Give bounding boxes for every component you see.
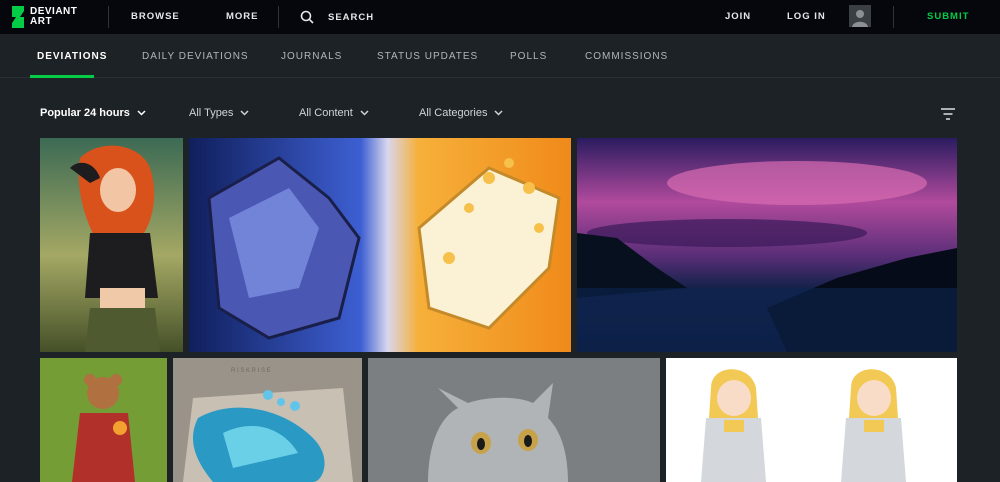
search-icon[interactable]	[300, 10, 314, 24]
join-link[interactable]: JOIN	[725, 11, 751, 22]
chevron-down-icon	[494, 110, 504, 116]
divider	[108, 6, 109, 28]
logo-text-line2: ART	[30, 16, 53, 27]
thumbnail-twin-anime-girls[interactable]	[666, 358, 957, 482]
browse-link[interactable]: BROWSE	[131, 11, 180, 22]
user-avatar-icon	[852, 10, 868, 27]
tab-status-updates[interactable]: STATUS UPDATES	[377, 51, 478, 62]
search-bar[interactable]	[300, 6, 600, 28]
forest-bear-girl-image	[40, 358, 167, 482]
logo-text: DEVIANT ART	[30, 7, 77, 27]
sort-dropdown[interactable]: Popular 24 hours	[40, 107, 146, 119]
gray-kitten-image	[368, 358, 660, 482]
fire-ice-dragons-image	[189, 138, 571, 352]
filter-bar: Popular 24 hours All Types All Content A…	[0, 100, 1000, 126]
thumbnail-purple-sky-lake[interactable]	[577, 138, 957, 352]
active-tab-indicator	[30, 75, 94, 78]
blue-dragon-book-image: R I S K R I S E	[173, 358, 362, 482]
more-link[interactable]: MORE	[226, 11, 259, 22]
categories-dropdown[interactable]: All Categories	[419, 107, 504, 119]
divider	[893, 6, 894, 28]
types-dropdown-label: All Types	[189, 107, 234, 119]
categories-dropdown-label: All Categories	[419, 107, 488, 119]
redhead-heroine-image	[40, 138, 183, 352]
tab-deviations[interactable]: DEVIATIONS	[37, 51, 107, 62]
chevron-down-icon	[240, 110, 249, 116]
chevron-down-icon	[360, 110, 369, 116]
purple-sky-lake-image	[577, 138, 957, 352]
book-title-text: R I S K R I S E	[231, 368, 271, 374]
content-tabs: DEVIATIONS DAILY DEVIATIONS JOURNALS STA…	[0, 34, 1000, 78]
thumbnail-forest-bear-girl[interactable]	[40, 358, 167, 482]
thumbnail-blue-dragon-book[interactable]: R I S K R I S E	[173, 358, 362, 482]
content-dropdown-label: All Content	[299, 107, 353, 119]
tab-daily-deviations[interactable]: DAILY DEVIATIONS	[142, 51, 249, 62]
deviantart-logo[interactable]: DEVIANT ART	[10, 4, 90, 30]
twin-anime-girls-image	[666, 358, 957, 482]
tab-journals[interactable]: JOURNALS	[281, 51, 342, 62]
login-link[interactable]: LOG IN	[787, 11, 826, 22]
chevron-down-icon	[137, 110, 146, 116]
types-dropdown[interactable]: All Types	[189, 107, 249, 119]
filter-lines-icon[interactable]	[940, 107, 956, 121]
avatar[interactable]	[849, 5, 871, 27]
thumbnail-gray-kitten[interactable]	[368, 358, 660, 482]
tab-commissions[interactable]: COMMISSIONS	[585, 51, 668, 62]
submit-button[interactable]: SUBMIT	[927, 11, 969, 22]
divider	[278, 6, 279, 28]
search-input[interactable]	[328, 11, 528, 23]
deviantart-logo-icon	[12, 6, 24, 28]
thumbnail-redhead-heroine[interactable]	[40, 138, 183, 352]
thumbnail-fire-ice-dragons[interactable]	[189, 138, 571, 352]
content-dropdown[interactable]: All Content	[299, 107, 369, 119]
top-bar: DEVIANT ART BROWSE MORE JOIN LOG IN SUBM…	[0, 0, 1000, 34]
sort-dropdown-label: Popular 24 hours	[40, 107, 130, 119]
tab-polls[interactable]: POLLS	[510, 51, 547, 62]
